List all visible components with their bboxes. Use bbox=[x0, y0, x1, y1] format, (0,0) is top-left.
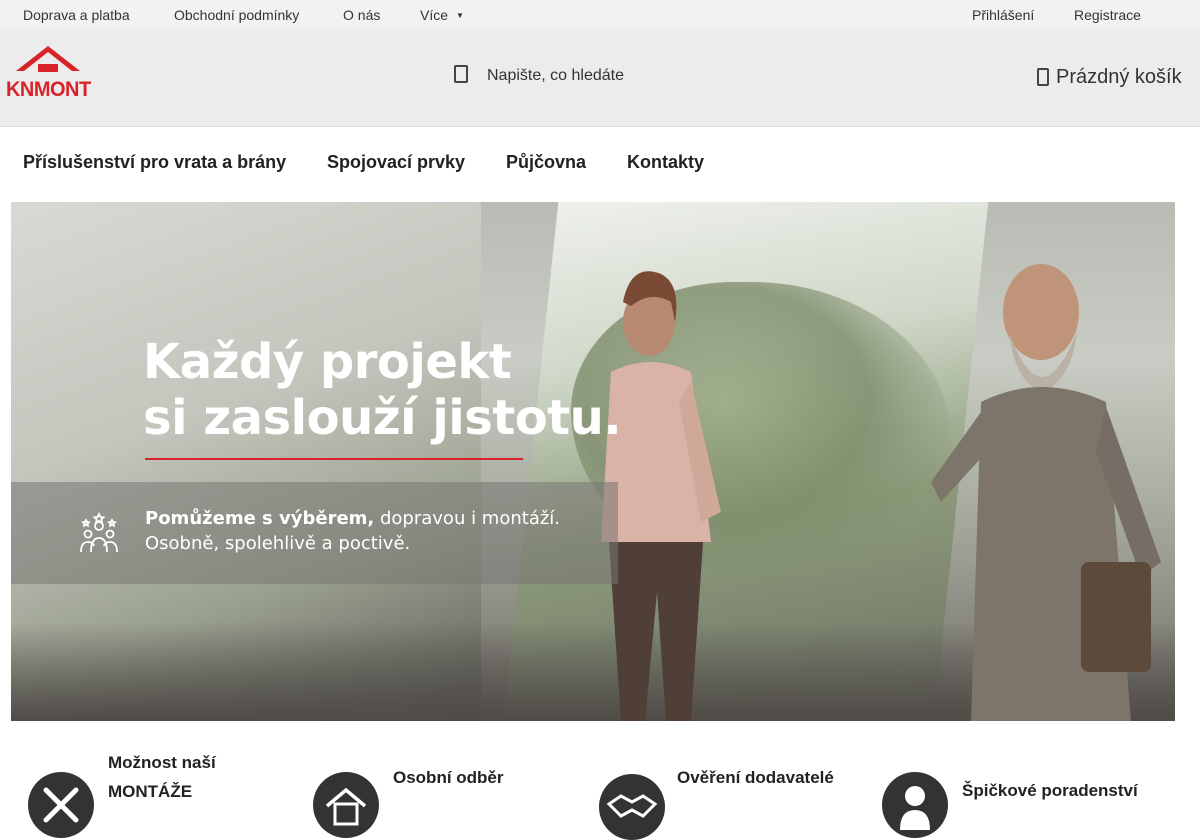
login-link[interactable]: Přihlášení bbox=[972, 7, 1034, 23]
cart-label: Prázdný košík bbox=[1056, 66, 1182, 88]
logo-text: KNMONT bbox=[6, 78, 91, 101]
search-icon[interactable] bbox=[454, 65, 468, 83]
cart-icon bbox=[1037, 68, 1049, 86]
logo-roof-icon bbox=[16, 46, 80, 72]
nav-item-prislusenstvi[interactable]: Příslušenství pro vrata a brány bbox=[23, 152, 286, 173]
main-nav: Příslušenství pro vrata a brány Spojovac… bbox=[0, 127, 1200, 201]
nav-item-kontakty[interactable]: Kontakty bbox=[627, 152, 704, 173]
more-menu[interactable]: Více ▼ bbox=[420, 7, 464, 23]
register-link[interactable]: Registrace bbox=[1074, 7, 1141, 23]
feature-poradenstvi-label: Špičkové poradenství bbox=[962, 781, 1138, 800]
feature-osobni-odber[interactable]: Osobní odběr bbox=[300, 748, 580, 838]
feature-overeni-dodavatele-label: Ověření dodavatelé bbox=[677, 768, 834, 787]
hero-banner[interactable]: Každý projekt si zaslouží jistotu. Pomůž… bbox=[11, 202, 1175, 721]
person-icon bbox=[882, 772, 948, 838]
feature-osobni-odber-label: Osobní odběr bbox=[393, 768, 504, 787]
top-bar: Doprava a platba Obchodní podmínky O nás… bbox=[0, 0, 1200, 29]
hero-title-line2: si zaslouží jistotu. bbox=[143, 390, 622, 446]
hero-title-line1: Každý projekt bbox=[143, 334, 512, 390]
house-icon bbox=[313, 772, 379, 838]
hero-info-box: Pomůžeme s výběrem, dopravou i montáží. … bbox=[11, 482, 618, 584]
feature-montaz-label: Možnost naší MONTÁŽE bbox=[108, 748, 216, 806]
team-icon bbox=[80, 512, 118, 553]
link-doprava-a-platba[interactable]: Doprava a platba bbox=[23, 7, 130, 23]
handshake-icon bbox=[599, 774, 665, 840]
chevron-down-icon: ▼ bbox=[456, 11, 464, 20]
feature-montaz-line2: MONTÁŽE bbox=[108, 782, 193, 801]
search-input[interactable]: Napište, co hledáte bbox=[487, 67, 624, 85]
hero-divider bbox=[145, 458, 523, 460]
site-header: KNMONT Napište, co hledáte Prázdný košík bbox=[0, 29, 1200, 127]
nav-item-spojovaci-prvky[interactable]: Spojovací prvky bbox=[327, 152, 465, 173]
search-box[interactable]: Napište, co hledáte bbox=[450, 61, 710, 91]
hero-info-line2: Osobně, spolehlivě a poctivě. bbox=[145, 533, 411, 554]
feature-poradenstvi[interactable]: Špičkové poradenství bbox=[870, 748, 1190, 838]
tools-icon bbox=[28, 772, 94, 838]
logo[interactable]: KNMONT bbox=[6, 46, 96, 102]
link-o-nas[interactable]: O nás bbox=[343, 7, 380, 23]
hero-man-figure bbox=[931, 264, 1161, 721]
hero-title: Každý projekt si zaslouží jistotu. bbox=[143, 334, 622, 446]
more-menu-label: Více bbox=[420, 7, 449, 23]
feature-overeni-dodavatele[interactable]: Ověření dodavatelé bbox=[585, 748, 875, 840]
feature-montaz-line1: Možnost naší bbox=[108, 753, 216, 772]
feature-montaz[interactable]: Možnost naší MONTÁŽE bbox=[0, 748, 290, 838]
hero-info-bold: Pomůžeme s výběrem, bbox=[145, 508, 375, 529]
link-obchodni-podminky[interactable]: Obchodní podmínky bbox=[174, 7, 299, 23]
hero-info-text: Pomůžeme s výběrem, dopravou i montáží. … bbox=[145, 506, 560, 556]
nav-item-pujcovna[interactable]: Půjčovna bbox=[506, 152, 586, 173]
hero-info-rest: dopravou i montáží. bbox=[374, 508, 561, 529]
